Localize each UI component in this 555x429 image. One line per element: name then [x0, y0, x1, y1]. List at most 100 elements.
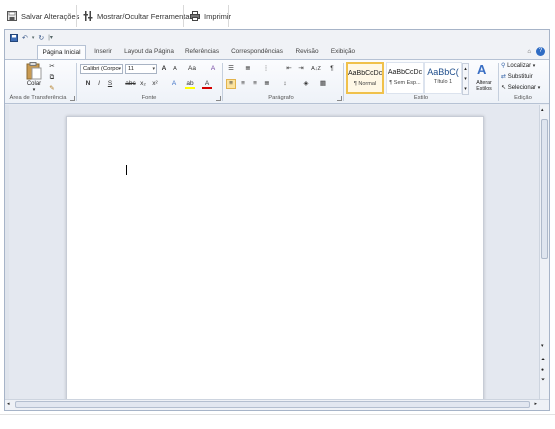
horizontal-scrollbar[interactable]: ◂ ▸ [5, 399, 549, 410]
style-name: Título 1 [433, 79, 453, 85]
style-name: ¶ Normal [353, 81, 377, 87]
paragraph-launcher-icon[interactable] [337, 96, 342, 101]
quick-access-toolbar: ↶ ▾ ↻ |▾ [5, 30, 549, 45]
replace-label: Substituir [507, 74, 533, 80]
save-label: Salvar Alterações [21, 11, 80, 21]
binoculars-icon: ⚲ [501, 63, 506, 69]
font-size-combo[interactable]: 11 ▾ [125, 64, 157, 74]
italic-button[interactable]: I [94, 79, 104, 89]
change-styles-button[interactable]: A Alterar Estilos [471, 62, 497, 96]
line-spacing-icon[interactable]: ↕ [280, 79, 290, 89]
select-label: Selecionar [507, 85, 537, 91]
scroll-up-icon[interactable]: ▴ [541, 107, 544, 113]
outer-toolbar: Salvar Alterações Mostrar/Ocultar Ferram… [0, 0, 555, 31]
bullets-icon[interactable]: ☰ [226, 64, 236, 74]
styles-gallery-scroll[interactable]: ▴ ▾ ▾ [462, 63, 469, 95]
style-sample: AaBbCcDc [387, 69, 423, 76]
numbering-icon[interactable]: ≣ [243, 64, 253, 74]
strikethrough-button[interactable]: abc [124, 79, 137, 89]
font-launcher-icon[interactable] [216, 96, 221, 101]
paste-button[interactable]: Colar ▾ [23, 62, 45, 93]
cut-icon[interactable]: ✂ [47, 62, 57, 72]
style-sem-espacamento[interactable]: AaBbCcDc ¶ Sem Esp... [386, 62, 424, 94]
scroll-left-icon[interactable]: ◂ [7, 401, 10, 407]
font-name-combo[interactable]: Calibri (Corpo ▾ [80, 64, 123, 74]
chevron-down-icon: ▾ [532, 63, 536, 69]
horizontal-scroll-thumb[interactable] [15, 401, 530, 408]
superscript-button[interactable]: x² [150, 79, 160, 89]
copy-icon[interactable]: ⧉ [47, 73, 57, 83]
toolbar-divider [76, 5, 77, 27]
sort-button[interactable]: A↓Z [309, 64, 323, 74]
shading-icon[interactable]: ◈ [301, 79, 311, 89]
tab-referencias[interactable]: Referências [182, 45, 222, 59]
help-icon[interactable]: ? [536, 47, 545, 56]
next-page-icon[interactable]: ⏷ [541, 377, 545, 383]
borders-icon[interactable]: ▦ [318, 79, 328, 89]
browse-object-icon[interactable]: ● [541, 367, 544, 373]
paste-dropdown-icon: ▾ [32, 87, 36, 93]
justify-icon[interactable]: ≣ [262, 79, 272, 89]
tab-inserir[interactable]: Inserir [89, 45, 117, 59]
clipboard-group-label: Área de Transferência [9, 95, 67, 101]
previous-page-icon[interactable]: ⏶ [541, 357, 545, 363]
multilevel-list-icon[interactable]: ⋮ [261, 64, 271, 74]
minimize-ribbon-icon[interactable]: ⌂ [527, 49, 531, 55]
font-size-value: 11 [128, 66, 135, 72]
vertical-scrollbar[interactable]: ▴ ▾ ⏶ ● ⏷ [539, 105, 549, 400]
show-marks-button[interactable]: ¶ [327, 64, 337, 74]
document-page[interactable] [66, 116, 484, 406]
select-button[interactable]: ↖ Selecionar ▾ [501, 84, 540, 91]
change-styles-icon: A [477, 62, 487, 77]
change-case-button[interactable]: Aa [185, 64, 199, 74]
scroll-right-icon[interactable]: ▸ [534, 401, 537, 407]
ribbon-controls: ⌂ ? [527, 47, 545, 56]
font-color-button[interactable]: A [202, 79, 212, 89]
toggle-tools-button[interactable]: Mostrar/Ocultar Ferramentas [79, 5, 197, 27]
style-normal[interactable]: AaBbCcDc ¶ Normal [346, 62, 384, 94]
cursor-arrow-icon: ↖ [501, 85, 507, 91]
highlight-button[interactable]: ab [185, 79, 195, 89]
underline-button[interactable]: S [105, 79, 115, 89]
style-sample: AaBbCcDc [348, 70, 382, 77]
find-button[interactable]: ⚲ Localizar ▾ [501, 62, 535, 69]
subscript-button[interactable]: x₂ [138, 79, 148, 89]
style-name: ¶ Sem Esp... [389, 80, 421, 86]
chevron-down-icon: ▾ [152, 66, 155, 72]
scroll-down-icon[interactable]: ▾ [541, 343, 544, 349]
align-left-icon[interactable]: ≡ [226, 79, 236, 89]
save-button[interactable]: Salvar Alterações [3, 5, 83, 27]
paragraph-group-label: Parágrafo [268, 95, 294, 101]
tab-exibicao[interactable]: Exibição [327, 45, 359, 59]
clipboard-launcher-icon[interactable] [70, 96, 75, 101]
align-center-icon[interactable]: ≡ [238, 79, 248, 89]
style-sample: AaBbC( [427, 67, 459, 77]
replace-button[interactable]: ⇄ Substituir [501, 73, 533, 80]
text-effects-button[interactable]: A [169, 79, 179, 89]
bold-button[interactable]: N [83, 79, 93, 89]
decrease-indent-icon[interactable]: ⇤ [284, 64, 294, 74]
shrink-font-button[interactable]: A [170, 64, 180, 74]
replace-icon: ⇄ [501, 74, 507, 80]
style-titulo-1[interactable]: AaBbC( Título 1 [424, 62, 462, 94]
align-right-icon[interactable]: ≡ [250, 79, 260, 89]
customize-qat-icon[interactable]: |▾ [48, 34, 53, 41]
tab-correspondencias[interactable]: Correspondências [227, 45, 287, 59]
undo-dropdown-icon[interactable]: ▾ [32, 35, 35, 41]
tab-pagina-inicial[interactable]: Página Inicial [37, 45, 86, 59]
editing-group-label: Edição [514, 95, 532, 101]
clear-format-button[interactable]: A [208, 64, 218, 74]
vertical-scroll-thumb[interactable] [541, 119, 548, 259]
ribbon-tabs: Página Inicial Inserir Layout da Página … [5, 45, 549, 59]
word-window-screen: Salvar Alterações Mostrar/Ocultar Ferram… [0, 0, 555, 429]
word-frame: ↶ ▾ ↻ |▾ Página Inicial Inserir Layout d… [4, 29, 550, 411]
tab-revisao[interactable]: Revisão [292, 45, 322, 59]
find-label: Localizar [507, 63, 532, 69]
format-painter-icon[interactable]: ✎ [47, 84, 57, 94]
increase-indent-icon[interactable]: ⇥ [296, 64, 306, 74]
redo-icon[interactable]: ↻ [38, 34, 44, 42]
save-icon[interactable] [10, 33, 18, 42]
undo-icon[interactable]: ↶ [22, 34, 28, 42]
tab-layout[interactable]: Layout da Página [121, 45, 177, 59]
grow-font-button[interactable]: A [159, 64, 169, 74]
